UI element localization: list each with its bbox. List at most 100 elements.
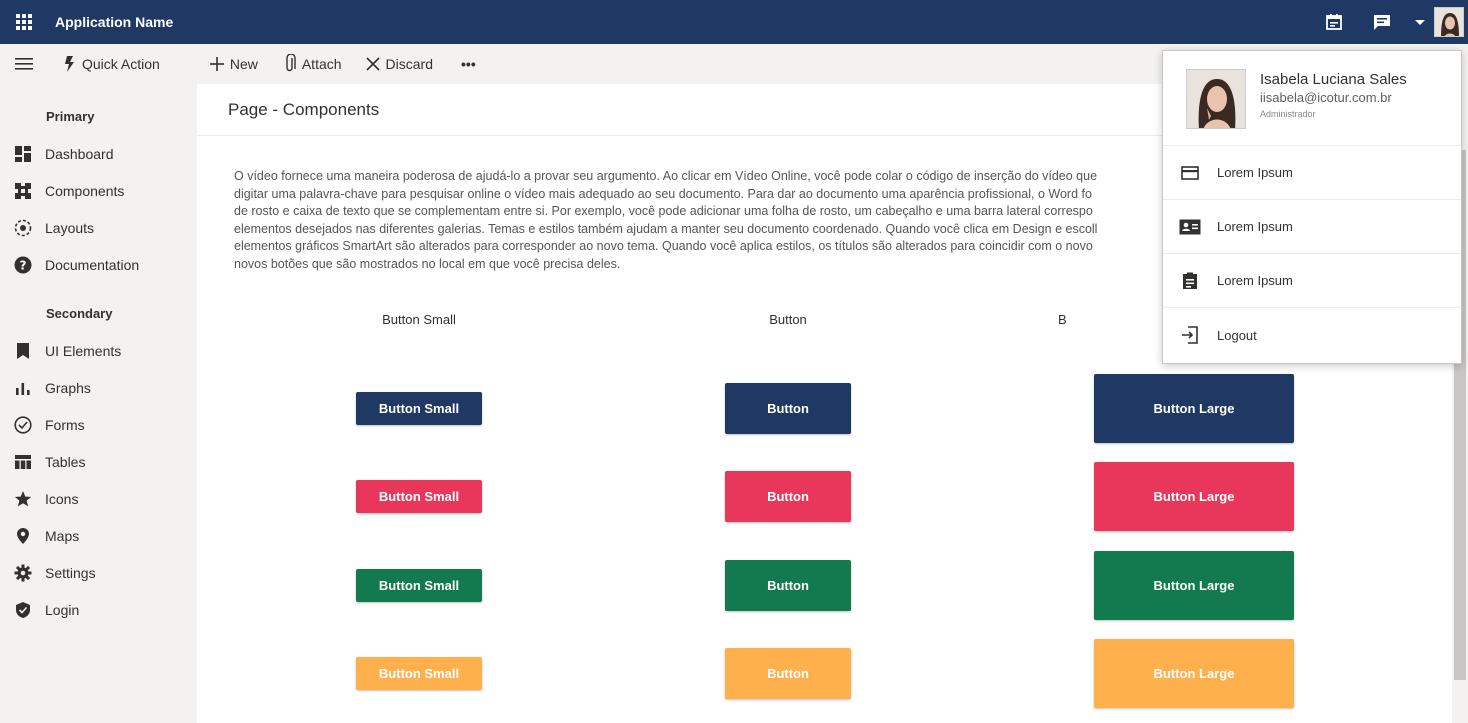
help-icon: ? <box>0 256 45 274</box>
sidebar-item-label: Icons <box>45 490 79 507</box>
user-role: Administrador <box>1260 109 1316 119</box>
button-large-warning[interactable]: Button Large <box>1094 639 1294 708</box>
user-menu-item-label: Lorem Ipsum <box>1217 219 1293 234</box>
nav-header-primary: Primary <box>46 109 95 124</box>
column-label-medium: Button <box>769 312 807 327</box>
button-large-danger[interactable]: Button Large <box>1094 462 1294 531</box>
check-circle-icon <box>0 415 45 434</box>
sidebar-item-label: Settings <box>45 564 96 581</box>
user-menu-item[interactable]: Lorem Ipsum <box>1163 200 1461 254</box>
sidebar: Primary Dashboard Components Layouts ? D… <box>0 84 197 723</box>
button-medium-success[interactable]: Button <box>725 560 851 611</box>
quick-action-label: Quick Action <box>82 56 160 72</box>
sidebar-item-documentation[interactable]: ? Documentation <box>0 246 197 283</box>
nav-header-secondary: Secondary <box>46 306 113 321</box>
card-icon <box>1163 165 1217 180</box>
user-menu-item-label: Lorem Ipsum <box>1217 165 1293 180</box>
sidebar-item-icons[interactable]: Icons <box>0 480 197 517</box>
button-small-success[interactable]: Button Small <box>356 569 482 602</box>
sidebar-item-label: Layouts <box>45 219 95 236</box>
app-name[interactable]: Application Name <box>55 14 173 30</box>
discard-label: Discard <box>385 56 434 72</box>
sidebar-item-label: Tables <box>45 453 86 470</box>
logout-icon <box>1163 326 1217 344</box>
top-bar: Application Name <box>0 0 1468 44</box>
more-icon: ••• <box>461 56 476 72</box>
waffle-icon[interactable] <box>0 0 48 44</box>
more-button[interactable]: ••• <box>461 44 476 84</box>
paragraph-line: digitar uma palavra-chave para pesquisar… <box>234 186 1092 201</box>
layouts-icon <box>0 219 45 237</box>
clipboard-icon <box>1163 272 1217 290</box>
logout-item[interactable]: Logout <box>1163 308 1461 362</box>
hamburger-icon[interactable] <box>0 44 48 84</box>
sidebar-item-label: Maps <box>45 527 80 544</box>
avatar-large <box>1186 69 1246 129</box>
gear-icon <box>0 564 45 582</box>
star-icon <box>0 490 45 508</box>
sidebar-item-layouts[interactable]: Layouts <box>0 209 197 246</box>
body-paragraph: O vídeo fornece uma maneira poderosa de … <box>234 168 1174 273</box>
button-small-warning[interactable]: Button Small <box>356 657 482 690</box>
close-icon <box>365 57 380 71</box>
bookmark-icon <box>0 342 45 360</box>
user-menu-item[interactable]: Lorem Ipsum <box>1163 254 1461 308</box>
sidebar-item-login[interactable]: Login <box>0 591 197 628</box>
sidebar-item-label: UI Elements <box>45 342 122 359</box>
button-small-primary[interactable]: Button Small <box>356 392 482 425</box>
user-menu-item[interactable]: Lorem Ipsum <box>1163 146 1461 200</box>
paragraph-line: O vídeo fornece uma maneira poderosa de … <box>234 169 1098 183</box>
chat-icon[interactable] <box>1358 0 1406 44</box>
table-icon <box>0 454 45 470</box>
calendar-icon[interactable] <box>1310 0 1358 44</box>
sidebar-item-tables[interactable]: Tables <box>0 443 197 480</box>
sidebar-item-ui-elements[interactable]: UI Elements <box>0 332 197 369</box>
new-button[interactable]: New <box>209 44 258 84</box>
paragraph-line: elementos gráficos SmartArt são alterado… <box>234 239 1093 253</box>
column-label-small: Button Small <box>382 312 456 327</box>
user-email: iisabela@icotur.com.br <box>1260 90 1392 105</box>
sidebar-item-forms[interactable]: Forms <box>0 406 197 443</box>
sidebar-item-label: Graphs <box>45 379 91 396</box>
lightning-icon <box>65 56 74 72</box>
attach-button[interactable]: Attach <box>284 44 342 84</box>
user-menu-dropdown: Isabela Luciana Sales iisabela@icotur.co… <box>1162 50 1462 364</box>
sidebar-item-settings[interactable]: Settings <box>0 554 197 591</box>
button-small-danger[interactable]: Button Small <box>356 480 482 513</box>
paragraph-line: elementos desejados nas diferentes galer… <box>234 221 1098 236</box>
sidebar-item-label: Documentation <box>45 256 140 273</box>
button-medium-warning[interactable]: Button <box>725 648 851 699</box>
page-title: Page - Components <box>228 99 380 119</box>
button-medium-primary[interactable]: Button <box>725 383 851 434</box>
shield-icon <box>0 601 45 619</box>
button-large-success[interactable]: Button Large <box>1094 551 1294 620</box>
paperclip-icon <box>286 54 296 72</box>
button-medium-danger[interactable]: Button <box>725 471 851 522</box>
sidebar-item-maps[interactable]: Maps <box>0 517 197 554</box>
sidebar-item-components[interactable]: Components <box>0 172 197 209</box>
user-profile: Isabela Luciana Sales iisabela@icotur.co… <box>1163 51 1461 146</box>
id-card-icon <box>1163 219 1217 235</box>
quick-action-button[interactable]: Quick Action <box>64 44 160 84</box>
user-name: Isabela Luciana Sales <box>1260 71 1407 88</box>
sidebar-item-label: Forms <box>45 416 85 433</box>
column-label-large: B <box>1058 312 1067 327</box>
sidebar-item-dashboard[interactable]: Dashboard <box>0 135 197 172</box>
paragraph-line: de rosto e caixa de texto que se complem… <box>234 204 1093 218</box>
attach-label: Attach <box>301 56 342 72</box>
logout-label: Logout <box>1217 327 1257 343</box>
svg-text:?: ? <box>19 258 26 272</box>
sidebar-item-label: Dashboard <box>45 145 114 162</box>
caret-down-icon[interactable] <box>1406 0 1434 44</box>
sidebar-item-label: Components <box>45 182 125 199</box>
sidebar-item-graphs[interactable]: Graphs <box>0 369 197 406</box>
button-large-primary[interactable]: Button Large <box>1094 374 1294 443</box>
user-menu-item-label: Lorem Ipsum <box>1217 273 1293 288</box>
discard-button[interactable]: Discard <box>365 44 434 84</box>
plus-icon <box>209 57 224 71</box>
avatar[interactable] <box>1434 7 1464 37</box>
components-icon <box>0 182 45 200</box>
dashboard-icon <box>0 145 45 163</box>
new-label: New <box>229 56 258 72</box>
map-pin-icon <box>0 527 45 545</box>
